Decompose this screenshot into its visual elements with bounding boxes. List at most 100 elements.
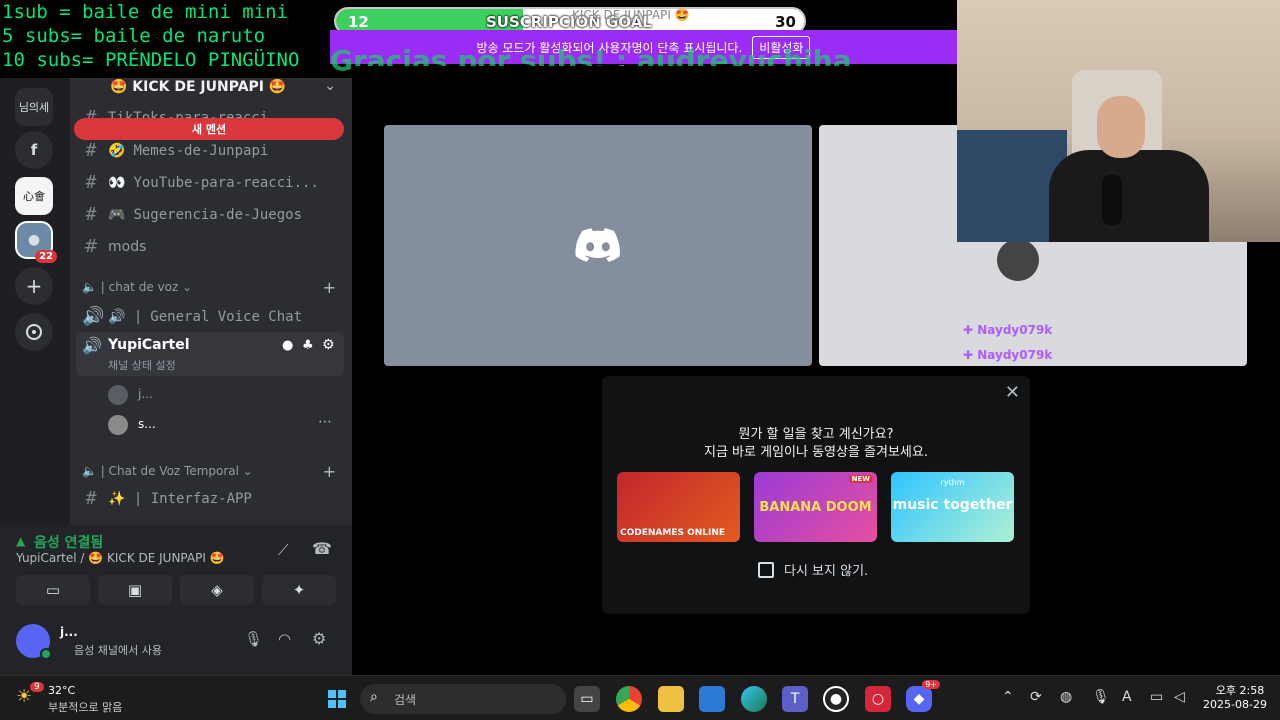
- discord-taskbar-icon[interactable]: ◆ 9+: [906, 680, 940, 712]
- channel-general-voice[interactable]: 🔊 🔊 | General Voice Chat: [82, 306, 302, 327]
- add-channel-icon[interactable]: +: [323, 278, 336, 297]
- ime-icon[interactable]: A: [1122, 689, 1132, 705]
- chat-name-row: ✚ Naydy079k: [963, 323, 1053, 337]
- channel-mods[interactable]: # mods: [82, 236, 146, 257]
- close-icon[interactable]: ✕: [1005, 382, 1020, 403]
- discover-icon[interactable]: [15, 313, 53, 351]
- channel-youtube[interactable]: # 👀 YouTube-para-reacci...: [82, 172, 319, 193]
- activity-card-codenames[interactable]: CODENAMES ONLINE: [617, 472, 740, 542]
- user-panel[interactable]: j... 음성 채널에서 사용 🎙 ◠ ⚙: [8, 621, 348, 661]
- voice-location[interactable]: YupiCartel / 🤩 KICK DE JUNPAPI 🤩: [16, 551, 225, 565]
- channel-sidebar: 🤩 KICK DE JUNPAPI 🤩 ⌄ #TikToks-para-reac…: [70, 78, 352, 525]
- avatar: [997, 239, 1039, 281]
- online-dot: [40, 648, 52, 660]
- red-app-icon[interactable]: ○: [865, 686, 891, 712]
- server-header[interactable]: 🤩 KICK DE JUNPAPI 🤩 ⌄: [70, 78, 352, 100]
- invite-icon[interactable]: ♣: [302, 338, 314, 353]
- gear-icon[interactable]: ⚙: [312, 629, 326, 648]
- new-badge: NEW: [848, 475, 873, 483]
- channel-interfaz[interactable]: # ✨ | Interfaz-APP: [82, 488, 252, 509]
- chevron-up-icon[interactable]: ⌃: [1002, 689, 1014, 705]
- clock-date[interactable]: 2025-08-29: [1200, 698, 1270, 711]
- teams-icon[interactable]: T: [782, 686, 808, 712]
- obs-icon[interactable]: ●: [823, 686, 849, 712]
- weather-desc: 부분적으로 맑음: [48, 701, 123, 714]
- active-voice-channel[interactable]: 🔊 YupiCartel 채널 상태 설정 ● ♣ ⚙: [76, 332, 344, 376]
- edge-icon[interactable]: [741, 686, 767, 712]
- person-shape: [1049, 150, 1209, 242]
- taskview-icon[interactable]: ▭: [574, 686, 600, 712]
- new-mention-bar[interactable]: 새 멘션: [74, 118, 344, 140]
- dont-show-label: 다시 보지 않기.: [784, 564, 869, 579]
- speaker-icon: 🔊: [82, 336, 102, 355]
- discord-badge: 9+: [922, 680, 940, 689]
- dont-show-checkbox[interactable]: [758, 561, 774, 578]
- voice-member[interactable]: s... ⋯: [108, 414, 338, 436]
- add-server-icon[interactable]: +: [15, 267, 53, 305]
- server-top[interactable]: 님의세: [15, 88, 53, 126]
- server-f[interactable]: f: [15, 131, 53, 169]
- voice-member[interactable]: j...: [108, 384, 338, 406]
- weather-badge: 9: [30, 682, 44, 692]
- goal-target: 30: [775, 13, 796, 31]
- mic-icon[interactable]: 🎙: [244, 630, 263, 648]
- weather-temp: 32°C: [48, 684, 76, 697]
- microphone-shape: [1102, 175, 1122, 225]
- mic-icon[interactable]: 🎙: [1092, 689, 1110, 705]
- server-calligraphy[interactable]: 心會: [15, 177, 53, 215]
- prompt-line2: 지금 바로 게임이나 동영상을 즐겨보세요.: [704, 445, 928, 460]
- stream-title-ghost: KICK DE JUNPAPI 🤩: [572, 8, 690, 22]
- channel-juegos[interactable]: # 🎮 Sugerencia-de-Juegos: [82, 204, 302, 225]
- voice-status[interactable]: 채널 상태 설정: [108, 357, 176, 373]
- category-temp[interactable]: 🔈 | Chat de Voz Temporal ⌄: [82, 464, 253, 478]
- activity-button[interactable]: ◈: [180, 575, 254, 605]
- sub-rule: 5 subs= baile de naruto: [2, 25, 266, 47]
- chat-icon[interactable]: ●: [282, 338, 293, 353]
- user-status: 음성 채널에서 사용: [74, 644, 162, 657]
- sync-icon[interactable]: ⟳: [1030, 689, 1042, 705]
- headset-icon[interactable]: ◠: [278, 630, 291, 648]
- category-voice[interactable]: 🔈 | chat de voz ⌄: [82, 280, 192, 294]
- chevron-down-icon: ⌄: [324, 78, 336, 94]
- activity-card-banana[interactable]: NEW BANANA DOOM: [754, 472, 877, 542]
- prompt-line1: 뭔가 할 일을 찾고 계신가요?: [738, 427, 894, 442]
- server-active[interactable]: ● 22: [15, 221, 57, 263]
- active-voice-name: YupiCartel: [108, 337, 190, 353]
- voice-panel: ▲ 음성 연결됨 YupiCartel / 🤩 KICK DE JUNPAPI …: [0, 525, 352, 675]
- sub-rules: 1sub = baile de mini mini 5 subs= baile …: [2, 0, 332, 72]
- gear-icon[interactable]: ⚙: [322, 337, 335, 353]
- network-icon[interactable]: ◍: [1060, 689, 1072, 705]
- store-icon[interactable]: [699, 686, 725, 712]
- username: j...: [60, 625, 78, 639]
- server-name: 🤩 KICK DE JUNPAPI 🤩: [110, 79, 287, 95]
- soundboard-button[interactable]: ✦: [262, 575, 336, 605]
- noise-icon[interactable]: ⟋: [278, 541, 289, 559]
- screen-share-button[interactable]: ▣: [98, 575, 172, 605]
- search-icon: ⌕: [370, 689, 378, 705]
- taskbar-search[interactable]: ⌕ 검색: [360, 684, 566, 714]
- start-icon[interactable]: [324, 686, 350, 712]
- weather-widget[interactable]: ☀ 9 32°C 부분적으로 맑음: [16, 682, 196, 716]
- more-icon[interactable]: ⋯: [318, 414, 332, 430]
- clock-time[interactable]: 오후 2:58: [1212, 682, 1268, 698]
- video-tile[interactable]: [384, 125, 812, 366]
- activity-prompt: ✕ 뭔가 할 일을 찾고 계신가요? 지금 바로 게임이나 동영상을 즐겨보세요…: [602, 376, 1030, 614]
- avatar: [108, 415, 128, 435]
- speaker-icon: 🔊: [82, 306, 105, 327]
- avatar: ●: [27, 232, 41, 248]
- channel-memes[interactable]: # 🤣 Memes-de-Junpapi: [82, 140, 269, 161]
- chrome-icon[interactable]: [616, 686, 642, 712]
- volume-icon[interactable]: ◁: [1174, 689, 1185, 705]
- activity-card-music[interactable]: rythm music together: [891, 472, 1014, 542]
- disconnect-icon[interactable]: ☎: [312, 539, 332, 558]
- head-shape: [1097, 96, 1145, 158]
- dont-show-row[interactable]: 다시 보지 않기.: [758, 560, 868, 579]
- camera-button[interactable]: ▭: [16, 575, 90, 605]
- explorer-icon[interactable]: [658, 686, 684, 712]
- add-channel-icon[interactable]: +: [323, 462, 336, 481]
- chat-name-row: ✚ Naydy079k: [963, 348, 1053, 362]
- webcam-feed: [957, 0, 1280, 242]
- sub-rule: 1sub = baile de mini mini: [2, 1, 288, 23]
- display-icon[interactable]: ▭: [1150, 689, 1163, 705]
- sub-rule: 10 subs= PRÉNDELO PINGÜINO: [2, 49, 300, 71]
